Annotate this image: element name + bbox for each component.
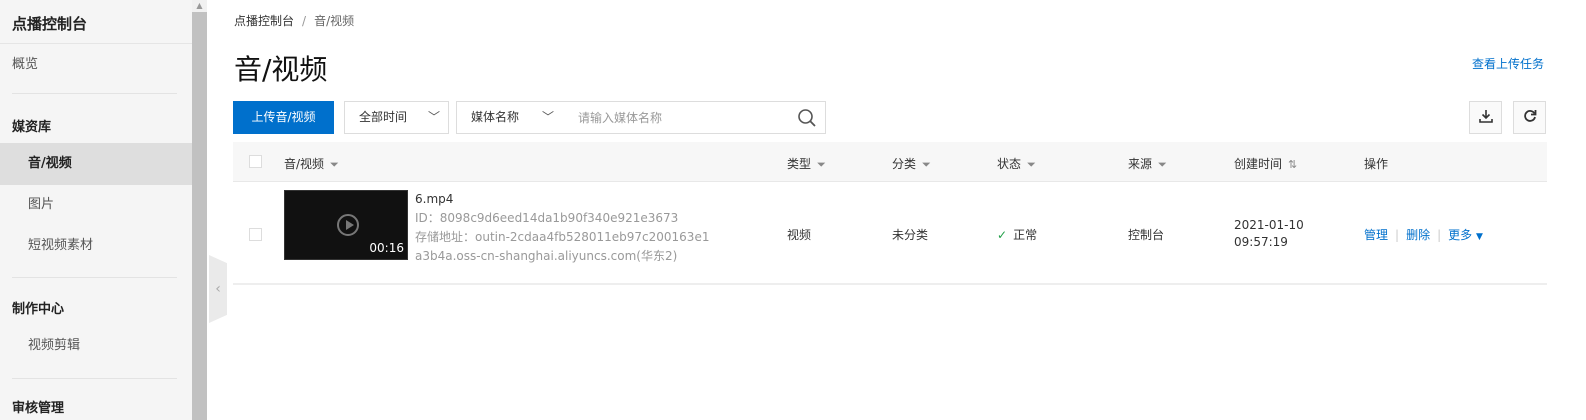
sidebar-group-media: 媒资库 — [12, 120, 52, 135]
chevron-down-icon: ﹀ — [427, 110, 440, 124]
download-icon — [1478, 109, 1493, 126]
video-thumbnail[interactable]: 00:16 — [284, 190, 408, 260]
upload-button[interactable]: 上传音/视频 — [233, 101, 334, 134]
header-source: 来源 ⏷ — [1128, 157, 1167, 172]
collapse-sidebar-button[interactable]: ‹ — [209, 255, 227, 323]
sidebar-scrollbar[interactable]: ▲ — [192, 0, 207, 420]
refresh-icon — [1523, 109, 1537, 126]
sidebar-item-images[interactable]: 图片 — [0, 184, 192, 226]
header-created-time: 创建时间 ⇅ — [1234, 157, 1298, 171]
breadcrumb-console[interactable]: 点播控制台 — [234, 14, 294, 28]
divider — [12, 93, 177, 94]
filter-icon[interactable]: ⏷ — [817, 158, 826, 172]
search-field-value: 媒体名称 — [471, 110, 520, 124]
sidebar-item-video-editing[interactable]: 视频剪辑 — [0, 325, 192, 367]
filter-icon[interactable]: ⏷ — [922, 158, 931, 172]
time-filter-select[interactable]: 全部时间 ﹀ — [344, 101, 449, 134]
scroll-up-arrow-icon[interactable]: ▲ — [192, 0, 207, 12]
sidebar-group-production: 制作中心 — [12, 302, 65, 317]
manage-link[interactable]: 管理 — [1364, 228, 1388, 242]
media-storage: 存储地址：outin-2cdaa4fb528011eb97c200163e1a3… — [415, 230, 710, 263]
more-dropdown[interactable]: 更多 ▼ — [1448, 228, 1483, 242]
filter-icon[interactable]: ⏷ — [1027, 158, 1036, 172]
table-header: 音/视频 ⏷ 类型 ⏷ 分类 ⏷ 状态 ⏷ 来源 ⏷ 创建时间 ⇅ 操作 — [233, 142, 1547, 182]
sidebar-group-review: 审核管理 — [12, 401, 65, 416]
page-title: 音/视频 — [234, 53, 328, 86]
media-status: ✓ 正常 — [997, 228, 1038, 242]
sidebar-item-audio-video[interactable]: 音/视频 — [0, 143, 192, 185]
filter-icon[interactable]: ⏷ — [330, 158, 339, 172]
search-icon[interactable] — [797, 108, 817, 131]
header-type: 类型 ⏷ — [787, 157, 826, 172]
sidebar-title: 点播控制台 — [0, 0, 192, 44]
breadcrumb-current: 音/视频 — [314, 14, 355, 28]
filter-icon[interactable]: ⏷ — [1158, 158, 1167, 172]
search-field-select[interactable]: 媒体名称 ﹀ — [456, 101, 563, 134]
media-table: 音/视频 ⏷ 类型 ⏷ 分类 ⏷ 状态 ⏷ 来源 ⏷ 创建时间 ⇅ 操作 00:16 6.m… — [233, 142, 1547, 285]
divider — [12, 378, 177, 379]
refresh-button[interactable] — [1513, 101, 1546, 134]
sidebar-item-short-video[interactable]: 短视频素材 — [0, 225, 192, 267]
media-info: 6.mp4 ID：8098c9d6eed14da1b90f340e921e367… — [415, 190, 715, 266]
header-media: 音/视频 ⏷ — [284, 157, 339, 172]
media-category: 未分类 — [892, 228, 929, 242]
row-checkbox[interactable] — [249, 228, 262, 241]
search-box — [562, 101, 826, 134]
chevron-down-icon: ﹀ — [541, 110, 554, 124]
table-row: 00:16 6.mp4 ID：8098c9d6eed14da1b90f340e9… — [233, 182, 1547, 285]
breadcrumb-separator: / — [302, 14, 307, 28]
chevron-left-icon: ‹ — [215, 281, 221, 297]
delete-link[interactable]: 删除 — [1406, 228, 1430, 242]
divider — [12, 277, 177, 278]
caret-down-icon: ▼ — [1475, 232, 1483, 242]
time-filter-value: 全部时间 — [359, 110, 408, 124]
download-button[interactable] — [1469, 101, 1502, 134]
sidebar: 点播控制台 概览 媒资库 音/视频 图片 短视频素材 制作中心 视频剪辑 审核管… — [0, 0, 192, 420]
sort-icon[interactable]: ⇅ — [1288, 158, 1297, 171]
sidebar-item-overview[interactable]: 概览 — [0, 44, 192, 86]
media-source: 控制台 — [1128, 228, 1165, 242]
header-status: 状态 ⏷ — [997, 157, 1036, 172]
video-duration: 00:16 — [369, 241, 404, 255]
breadcrumb: 点播控制台 / 音/视频 — [234, 12, 354, 29]
select-all-checkbox[interactable] — [249, 155, 262, 168]
view-upload-tasks-link[interactable]: 查看上传任务 — [1472, 55, 1544, 72]
media-created-time: 2021-01-10 09:57:19 — [1234, 218, 1304, 249]
play-icon[interactable] — [337, 214, 359, 236]
media-id: ID：8098c9d6eed14da1b90f340e921e3673 — [415, 211, 679, 225]
check-icon: ✓ — [997, 228, 1008, 242]
header-category: 分类 ⏷ — [892, 157, 931, 172]
media-name: 6.mp4 — [415, 192, 454, 206]
row-actions: 管理 | 删除 | 更多 ▼ — [1364, 228, 1483, 242]
header-actions: 操作 — [1364, 157, 1389, 171]
media-type: 视频 — [787, 228, 812, 242]
search-input[interactable] — [562, 102, 782, 133]
